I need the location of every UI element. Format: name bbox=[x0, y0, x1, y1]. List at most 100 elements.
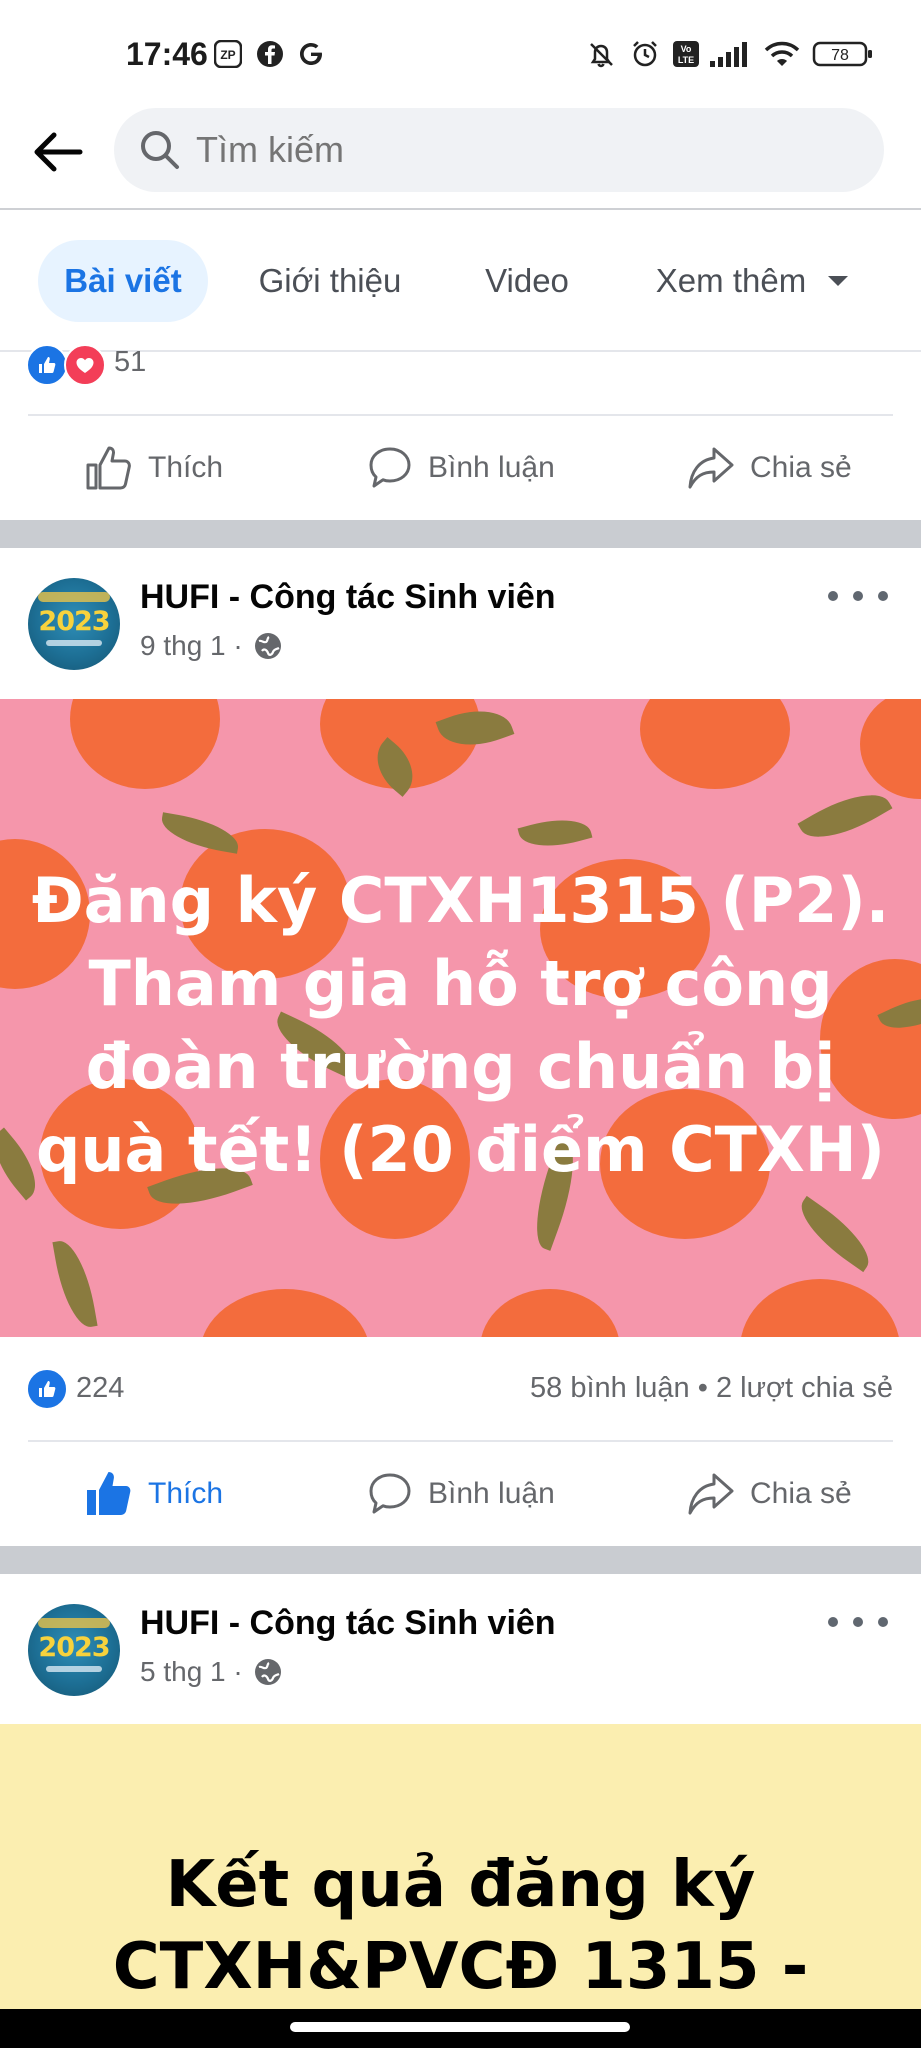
tab-about[interactable]: Giới thiệu bbox=[240, 240, 420, 322]
avatar-banner bbox=[38, 1618, 110, 1628]
dot bbox=[853, 1617, 863, 1627]
svg-text:78: 78 bbox=[831, 47, 849, 64]
post-image[interactable]: Kết quả đăng ký CTXH&PVCĐ 1315 - bbox=[0, 1724, 921, 2009]
dot bbox=[878, 591, 888, 601]
share-label: Chia sẻ bbox=[750, 1477, 852, 1510]
post-separator bbox=[0, 520, 921, 548]
leaf-shape bbox=[517, 810, 593, 856]
home-indicator[interactable] bbox=[290, 2022, 630, 2032]
orange-shape bbox=[860, 699, 921, 799]
post-divider bbox=[28, 1440, 893, 1442]
image-text-line: Tham gia hỗ trợ công bbox=[88, 947, 833, 1020]
like-reaction-icon bbox=[26, 1368, 68, 1410]
dot bbox=[853, 591, 863, 601]
header-divider bbox=[0, 208, 921, 210]
leaf-shape bbox=[797, 778, 893, 854]
comment-button[interactable]: Bình luận bbox=[366, 1454, 555, 1534]
svg-text:LTE: LTE bbox=[678, 55, 694, 65]
avatar-caption bbox=[46, 640, 102, 646]
image-text-line: Kết quả đăng ký bbox=[165, 1848, 756, 1922]
like-button[interactable]: Thích bbox=[84, 428, 223, 508]
image-text-line: Đăng ký CTXH1315 (P2). bbox=[31, 864, 890, 937]
tab-video[interactable]: Video bbox=[466, 240, 588, 322]
like-label: Thích bbox=[148, 1477, 224, 1510]
tab-label: Bài viết bbox=[64, 262, 182, 299]
more-options-button[interactable] bbox=[828, 1602, 888, 1642]
globe-icon bbox=[254, 1659, 281, 1685]
orange-shape bbox=[70, 699, 220, 789]
image-text-line: quà tết! (20 điểm CTXH) bbox=[35, 1113, 886, 1186]
dot bbox=[828, 591, 838, 601]
battery-icon: 78 bbox=[812, 38, 874, 70]
avatar-banner bbox=[38, 592, 110, 602]
search-icon bbox=[138, 128, 182, 172]
like-label: Thích bbox=[148, 451, 224, 484]
avatar-caption bbox=[46, 1666, 102, 1672]
post-time-text: 5 thg 1 · bbox=[140, 1656, 243, 1687]
reaction-count[interactable]: 51 bbox=[114, 346, 146, 379]
post-image-text: Kết quả đăng ký CTXH&PVCĐ 1315 - bbox=[0, 1844, 921, 2008]
leaf-shape bbox=[158, 812, 242, 854]
status-time: 17:46 bbox=[126, 36, 208, 72]
back-arrow-icon bbox=[34, 132, 83, 172]
share-button[interactable]: Chia sẻ bbox=[686, 428, 852, 508]
alarm-icon bbox=[628, 38, 662, 70]
avatar[interactable]: 2023 bbox=[28, 578, 120, 670]
page-name[interactable]: HUFI - Công tác Sinh viên bbox=[140, 578, 556, 617]
share-icon bbox=[688, 447, 734, 489]
dot bbox=[828, 1617, 838, 1627]
page-name[interactable]: HUFI - Công tác Sinh viên bbox=[140, 1604, 556, 1643]
post-separator bbox=[0, 1546, 921, 1574]
comment-button[interactable]: Bình luận bbox=[366, 428, 555, 508]
avatar-year: 2023 bbox=[38, 606, 110, 637]
post-divider bbox=[28, 414, 893, 416]
tab-label: Xem thêm bbox=[655, 262, 807, 299]
reaction-count[interactable]: 224 bbox=[76, 1372, 124, 1405]
tab-label: Video bbox=[485, 262, 569, 299]
zalo-icon: ZP bbox=[214, 38, 242, 70]
share-label: Chia sẻ bbox=[750, 451, 852, 484]
wifi-icon bbox=[760, 38, 804, 70]
comment-icon bbox=[369, 447, 411, 488]
avatar-year: 2023 bbox=[38, 1632, 110, 1663]
avatar[interactable]: 2023 bbox=[28, 1604, 120, 1696]
search-input[interactable] bbox=[196, 122, 846, 178]
dot bbox=[878, 1617, 888, 1627]
post-image[interactable]: Đăng ký CTXH1315 (P2). Tham gia hỗ trợ c… bbox=[0, 699, 921, 1337]
more-options-button[interactable] bbox=[828, 576, 888, 616]
facebook-icon bbox=[256, 38, 284, 70]
back-button[interactable] bbox=[28, 122, 88, 182]
like-reaction-icon bbox=[26, 344, 68, 386]
tab-see-more[interactable]: Xem thêm bbox=[640, 240, 866, 322]
caret-down-icon bbox=[828, 276, 849, 286]
orange-shape bbox=[640, 699, 790, 789]
image-text-line: CTXH&PVCĐ 1315 - bbox=[112, 1930, 809, 2004]
svg-text:Vo: Vo bbox=[681, 44, 692, 54]
post-time-text: 9 thg 1 · bbox=[140, 630, 243, 661]
signal-icon bbox=[708, 38, 752, 70]
image-text-line: đoàn trường chuẩn bị bbox=[85, 1030, 836, 1103]
share-icon bbox=[688, 1473, 734, 1515]
mute-bell-icon bbox=[584, 38, 618, 70]
volte-icon: Vo LTE bbox=[672, 38, 700, 70]
thumbs-up-icon bbox=[86, 446, 131, 490]
tab-posts[interactable]: Bài viết bbox=[38, 240, 208, 322]
post-time[interactable]: 5 thg 1 · bbox=[140, 1656, 283, 1688]
orange-shape bbox=[740, 1279, 900, 1337]
like-button[interactable]: Thích bbox=[84, 1454, 223, 1534]
comment-label: Bình luận bbox=[428, 451, 555, 484]
comment-label: Bình luận bbox=[428, 1477, 555, 1510]
comments-shares-count[interactable]: 58 bình luận • 2 lượt chia sẻ bbox=[530, 1372, 893, 1405]
comment-icon bbox=[369, 1473, 411, 1514]
globe-icon bbox=[254, 633, 281, 659]
leaf-shape bbox=[52, 1237, 98, 1331]
orange-shape bbox=[480, 1289, 620, 1337]
tab-label: Giới thiệu bbox=[258, 262, 402, 299]
post-time[interactable]: 9 thg 1 · bbox=[140, 630, 283, 662]
orange-shape bbox=[200, 1289, 370, 1337]
thumbs-up-filled-icon bbox=[87, 1472, 131, 1515]
share-button[interactable]: Chia sẻ bbox=[686, 1454, 852, 1534]
leaf-shape bbox=[789, 1195, 881, 1273]
google-icon bbox=[296, 38, 326, 70]
post-image-text: Đăng ký CTXH1315 (P2). Tham gia hỗ trợ c… bbox=[0, 859, 921, 1191]
